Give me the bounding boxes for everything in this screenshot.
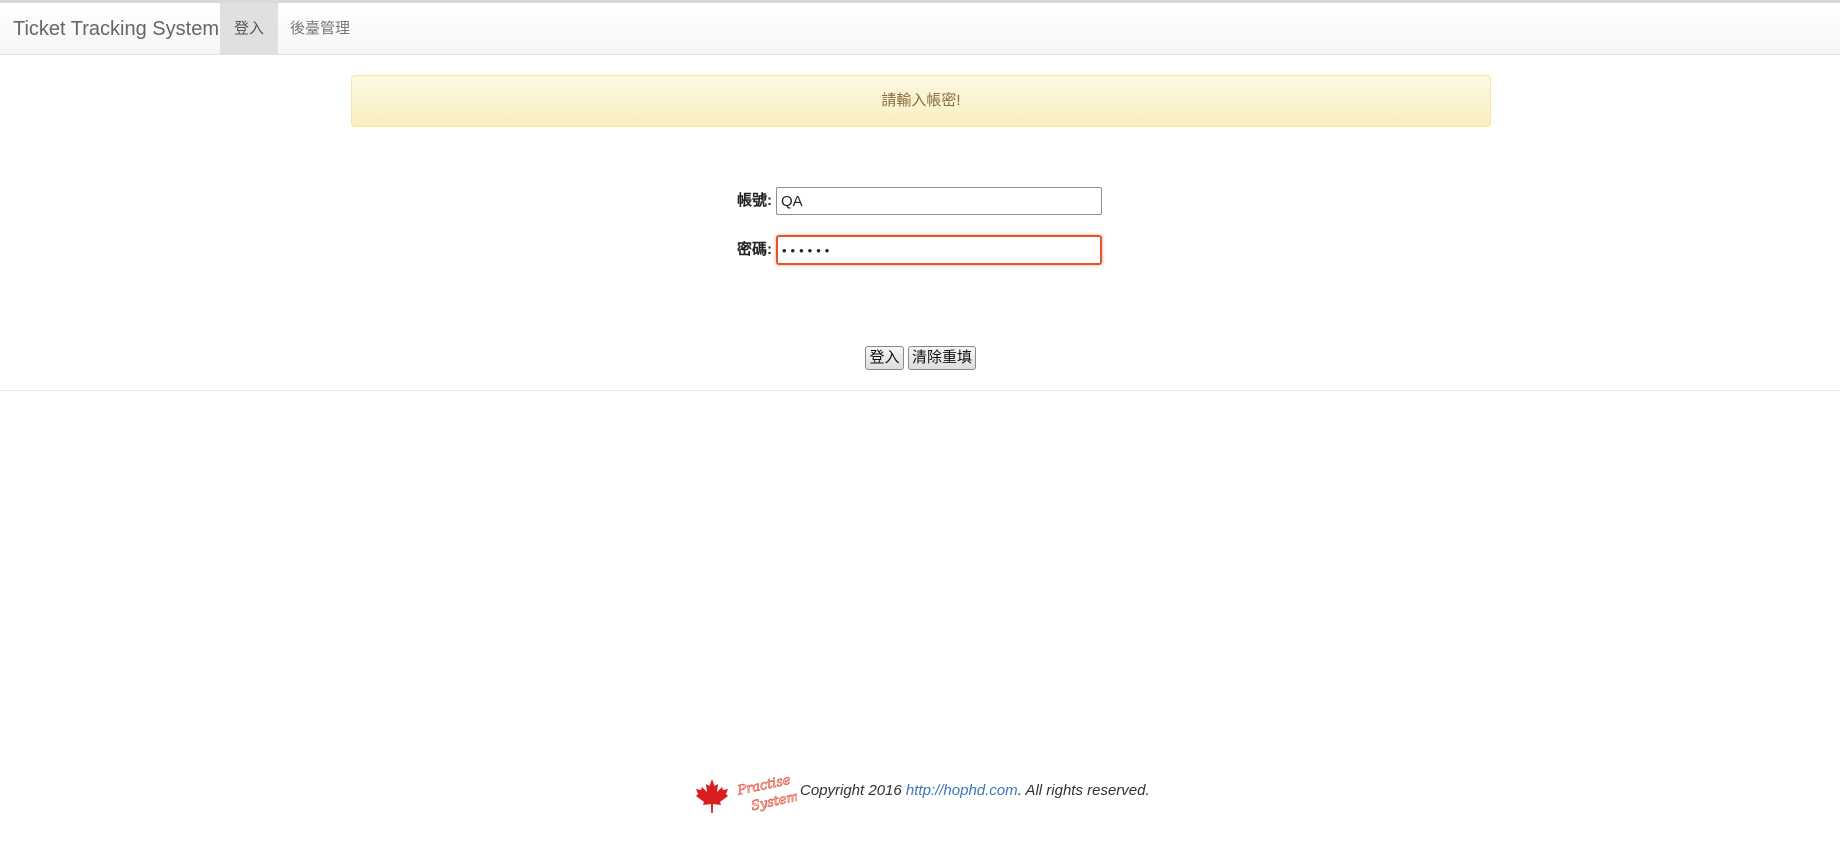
brand-title[interactable]: Ticket Tracking System [13,3,219,55]
password-input[interactable] [776,235,1102,265]
username-label: 帳號: [737,192,772,209]
reset-button[interactable]: 清除重填 [908,346,976,370]
login-button[interactable]: 登入 [865,346,904,370]
username-input[interactable] [776,187,1102,215]
password-label: 密碼: [737,241,772,258]
copyright-text: Copyright 2016 http://hophd.com. All rig… [800,780,1150,802]
footer: Practise System! Copyright 2016 http://h… [0,770,1840,814]
warning-alert: 請輸入帳密! [351,75,1491,127]
nav-item-admin[interactable]: 後臺管理 [278,3,362,55]
navbar: Ticket Tracking System 登入 後臺管理 [0,3,1840,55]
practise-system-logo: Practise System! [735,774,797,814]
site-link[interactable]: http://hophd.com [906,782,1018,799]
copyright-suffix: . All rights reserved. [1017,782,1150,799]
content-divider [0,390,1840,391]
copyright-prefix: Copyright 2016 [800,782,906,799]
maple-leaf-icon [696,779,728,813]
nav-item-login[interactable]: 登入 [220,3,278,55]
